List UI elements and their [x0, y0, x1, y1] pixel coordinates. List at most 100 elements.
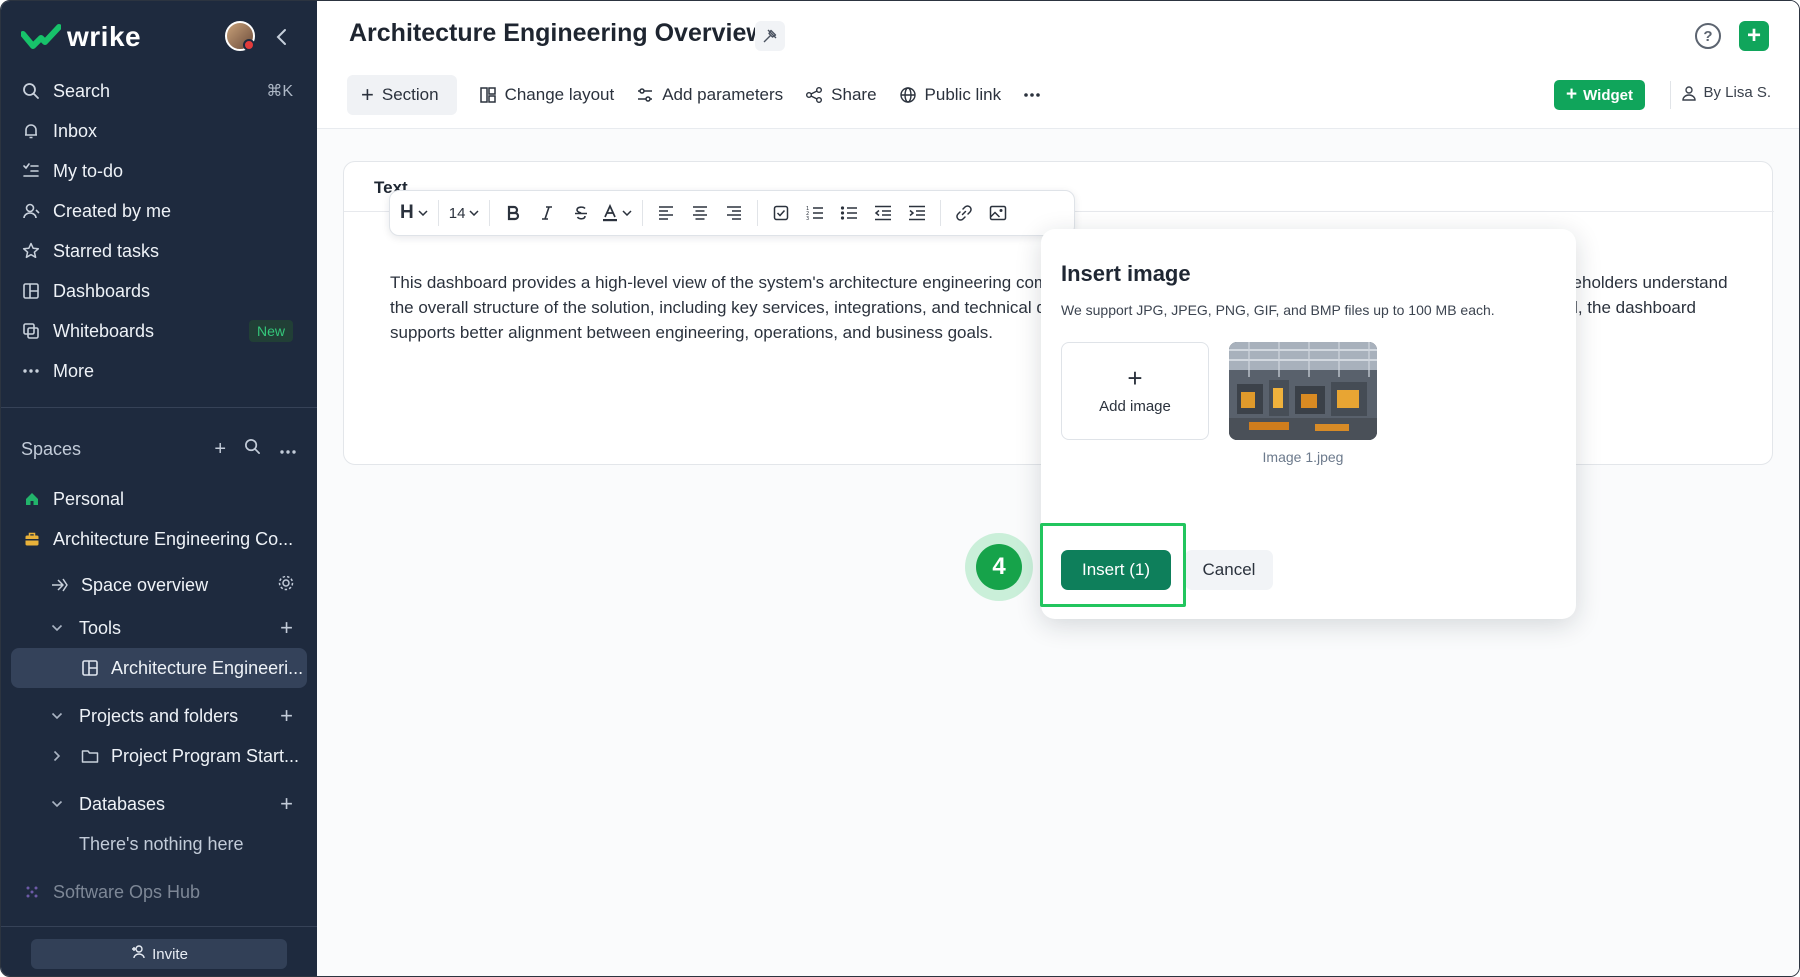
brand-name: wrike	[67, 21, 142, 52]
layout-icon	[479, 87, 496, 103]
factory-image-icon	[1229, 342, 1377, 440]
public-link-label: Public link	[924, 85, 1002, 104]
dashboard-owner[interactable]: By Lisa S.	[1681, 84, 1771, 101]
add-project-icon[interactable]: +	[280, 703, 293, 729]
folder-icon	[79, 745, 101, 767]
more-options-icon[interactable]	[1023, 75, 1041, 115]
space-architecture[interactable]: Architecture Engineering Co...	[11, 519, 307, 559]
notification-dot	[243, 39, 255, 51]
spaces-more-icon[interactable]	[279, 438, 297, 461]
bullet-list-button[interactable]	[832, 197, 866, 229]
space-software-ops[interactable]: Software Ops Hub	[11, 872, 307, 912]
nav-label: Search	[53, 80, 111, 101]
space-overview-item[interactable]: Space overview	[11, 565, 307, 605]
avatar[interactable]	[225, 21, 255, 51]
chevron-down-icon	[49, 712, 65, 720]
tree-label: Architecture Engineering Co...	[53, 528, 294, 549]
toolbar-divider	[437, 200, 439, 226]
dashboard-icon	[79, 657, 101, 679]
bullet-list-icon	[841, 206, 858, 220]
text-color-icon	[603, 204, 618, 222]
outdent-button[interactable]	[866, 197, 900, 229]
align-left-button[interactable]	[649, 197, 683, 229]
strikethrough-icon	[575, 206, 588, 220]
spaces-label: Spaces	[21, 438, 82, 459]
space-personal[interactable]: Personal	[11, 479, 307, 519]
invite-button[interactable]: Invite	[31, 939, 287, 969]
align-center-icon	[693, 206, 708, 220]
heading-dropdown[interactable]: H	[396, 197, 432, 229]
nav-dashboards[interactable]: Dashboards	[11, 271, 307, 311]
owner-label: By Lisa S.	[1703, 84, 1771, 101]
nav-whiteboards[interactable]: Whiteboards New	[11, 311, 307, 351]
nav-label: Inbox	[53, 120, 98, 141]
heading-label: H	[400, 202, 414, 223]
spaces-actions: +	[214, 438, 297, 461]
tools-folder[interactable]: Tools +	[11, 608, 307, 648]
search-shortcut: ⌘K	[266, 83, 293, 100]
spaces-tree: Personal Architecture Engineering Co... …	[11, 479, 307, 912]
projects-folder[interactable]: Projects and folders +	[11, 696, 307, 736]
add-tool-icon[interactable]: +	[280, 615, 293, 641]
project-item[interactable]: Project Program Start...	[11, 736, 307, 776]
nav-more[interactable]: More	[11, 351, 307, 391]
add-section-button[interactable]: + Section	[347, 75, 457, 115]
nav-inbox[interactable]: Inbox	[11, 111, 307, 151]
font-size-dropdown[interactable]: 14	[445, 197, 484, 229]
whiteboard-icon	[21, 321, 41, 341]
nav-starred-tasks[interactable]: Starred tasks	[11, 231, 307, 271]
align-center-button[interactable]	[683, 197, 717, 229]
bold-button[interactable]	[496, 197, 530, 229]
chevron-down-icon	[49, 624, 65, 632]
sparkle-icon	[21, 881, 43, 903]
image-thumbnail[interactable]	[1229, 342, 1377, 440]
text-color-dropdown[interactable]	[598, 197, 636, 229]
tutorial-highlight	[1040, 523, 1186, 607]
active-dashboard-item[interactable]: Architecture Engineeri...	[11, 648, 307, 688]
public-link-button[interactable]: Public link	[899, 75, 1002, 115]
add-space-icon[interactable]: +	[214, 438, 226, 461]
add-parameters-button[interactable]: Add parameters	[636, 75, 783, 115]
add-widget-button[interactable]: + Widget	[1554, 80, 1645, 110]
tree-label: Personal	[53, 488, 125, 509]
tree-label: Projects and folders	[79, 705, 239, 726]
pin-button[interactable]	[755, 21, 785, 51]
nav-label: My to-do	[53, 160, 124, 181]
chevron-down-icon	[49, 800, 65, 808]
numbered-list-button[interactable]: 123	[798, 197, 832, 229]
nav-my-todo[interactable]: My to-do	[11, 151, 307, 191]
checkbox-icon	[774, 205, 789, 221]
nav-label: Whiteboards	[53, 320, 155, 341]
nav-created-by-me[interactable]: Created by me	[11, 191, 307, 231]
globe-icon	[899, 87, 916, 103]
help-icon[interactable]: ?	[1695, 23, 1721, 49]
add-image-button[interactable]: + Add image	[1061, 342, 1209, 440]
wrike-logo[interactable]: wrike	[21, 21, 141, 53]
toolbar-divider	[642, 200, 644, 226]
overview-arrow-icon	[49, 574, 71, 596]
align-right-button[interactable]	[717, 197, 751, 229]
checklist-button[interactable]	[764, 197, 798, 229]
link-button[interactable]	[947, 197, 981, 229]
cancel-button[interactable]: Cancel	[1185, 550, 1273, 590]
gear-icon[interactable]	[277, 574, 295, 597]
collapse-sidebar-button[interactable]	[269, 25, 293, 49]
new-badge: New	[248, 320, 293, 342]
dashboard-icon	[21, 281, 41, 301]
change-layout-button[interactable]: Change layout	[479, 75, 614, 115]
tree-label: Databases	[79, 793, 166, 814]
insert-image-button[interactable]	[981, 197, 1015, 229]
nav-search[interactable]: Search ⌘K	[11, 71, 307, 111]
create-new-button[interactable]: +	[1739, 21, 1769, 51]
search-spaces-icon[interactable]	[244, 438, 261, 461]
chevron-right-icon[interactable]	[49, 750, 65, 762]
databases-folder[interactable]: Databases +	[11, 784, 307, 824]
link-icon	[956, 205, 973, 221]
indent-button[interactable]	[900, 197, 934, 229]
briefcase-icon	[21, 528, 43, 550]
add-parameters-label: Add parameters	[662, 85, 784, 104]
strikethrough-button[interactable]	[564, 197, 598, 229]
italic-button[interactable]	[530, 197, 564, 229]
share-button[interactable]: Share	[805, 75, 877, 115]
add-database-icon[interactable]: +	[280, 791, 293, 817]
